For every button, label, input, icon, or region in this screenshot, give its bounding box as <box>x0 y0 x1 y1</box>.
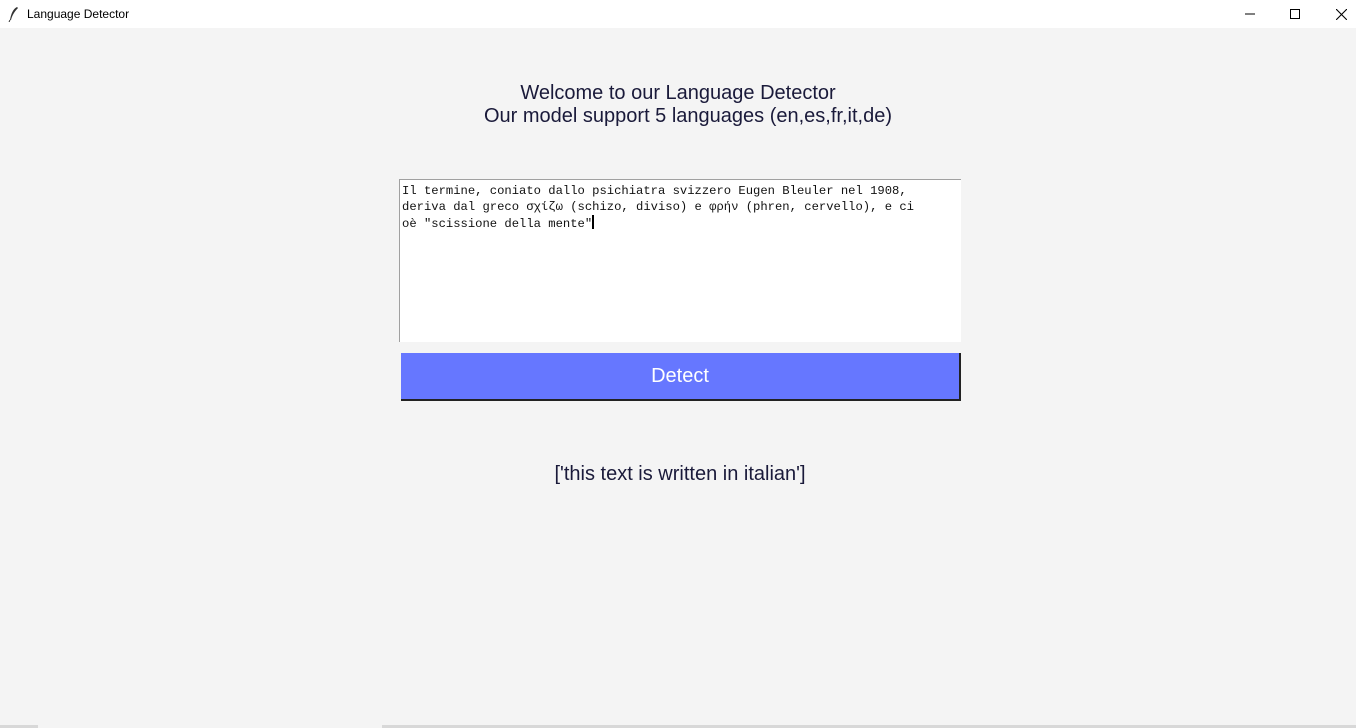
detection-result: ['this text is written in italian'] <box>554 463 806 485</box>
minimize-icon <box>1245 13 1255 15</box>
window-title: Language Detector <box>27 7 130 21</box>
title-bar: Language Detector <box>0 0 1356 28</box>
close-icon <box>1335 8 1347 20</box>
feather-icon <box>7 6 21 23</box>
close-button[interactable] <box>1318 0 1356 28</box>
input-text: Il termine, coniato dallo psichiatra svi… <box>402 183 962 232</box>
maximize-icon <box>1290 9 1300 19</box>
welcome-heading: Welcome to our Language Detector <box>520 82 836 104</box>
detect-button[interactable]: Detect <box>401 353 961 401</box>
input-line-2: deriva dal greco σχίζω (schizo, diviso) … <box>402 200 914 214</box>
text-input-area[interactable]: Il termine, coniato dallo psichiatra svi… <box>399 179 961 342</box>
text-caret <box>592 215 595 229</box>
minimize-button[interactable] <box>1227 0 1273 28</box>
supported-languages-text: Our model support 5 languages (en,es,fr,… <box>483 105 892 127</box>
input-line-1: Il termine, coniato dallo psichiatra svi… <box>402 184 907 198</box>
maximize-button[interactable] <box>1272 0 1318 28</box>
input-line-3: oè "scissione della mente" <box>402 217 593 231</box>
